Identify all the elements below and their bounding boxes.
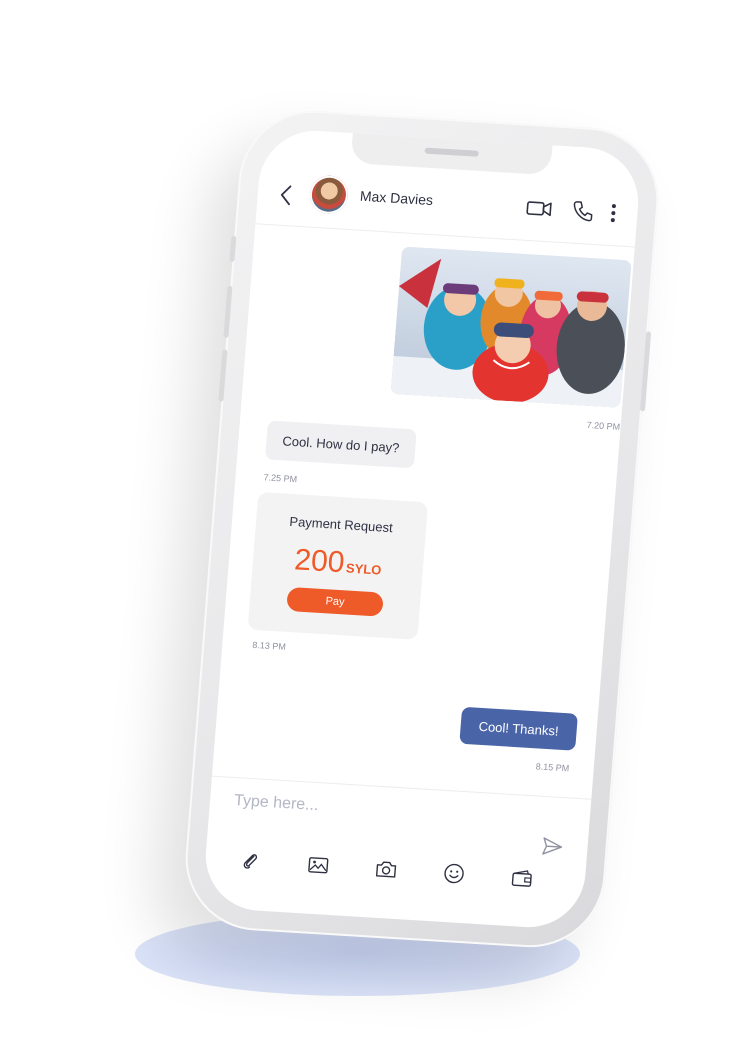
payment-title: Payment Request: [288, 513, 394, 536]
pay-button[interactable]: Pay: [286, 586, 384, 617]
chevron-left-icon[interactable]: [277, 183, 295, 208]
message-time: 8.15 PM: [535, 761, 570, 774]
mockup-stage: Max Davies 7.20 PM Cool. How do I pay? 7…: [0, 0, 731, 1059]
payment-request-card: Payment Request 200SYLO Pay: [247, 491, 429, 640]
chat-screen: Max Davies 7.20 PM Cool. How do I pay? 7…: [201, 127, 643, 931]
chat-header: Max Davies: [255, 167, 640, 248]
more-vertical-icon[interactable]: [608, 201, 618, 225]
video-camera-icon[interactable]: [525, 196, 555, 222]
outgoing-message-bubble: Cool! Thanks!: [459, 706, 578, 751]
camera-icon[interactable]: [374, 858, 398, 881]
incoming-message-bubble: Cool. How do I pay?: [264, 420, 417, 469]
message-time: 7.25 PM: [263, 472, 298, 485]
speaker-grille: [424, 147, 479, 157]
wallet-icon[interactable]: [510, 866, 534, 889]
image-icon[interactable]: [306, 854, 330, 877]
message-time: 8.13 PM: [251, 639, 287, 652]
payment-amount-value: 200: [293, 543, 346, 580]
avatar[interactable]: [308, 174, 350, 215]
payment-amount: 200SYLO: [252, 541, 424, 585]
shared-photo[interactable]: [390, 246, 632, 408]
message-time: 7.20 PM: [586, 419, 621, 432]
phone-icon[interactable]: [571, 199, 595, 224]
contact-name[interactable]: Max Davies: [359, 188, 433, 208]
composer-toolbar: [224, 849, 566, 898]
paperclip-icon[interactable]: [239, 849, 263, 872]
smiley-icon[interactable]: [442, 862, 466, 885]
send-icon[interactable]: [541, 836, 565, 857]
message-input[interactable]: [231, 790, 517, 829]
payment-currency: SYLO: [345, 560, 382, 578]
phone-mockup: Max Davies 7.20 PM Cool. How do I pay? 7…: [180, 106, 664, 952]
